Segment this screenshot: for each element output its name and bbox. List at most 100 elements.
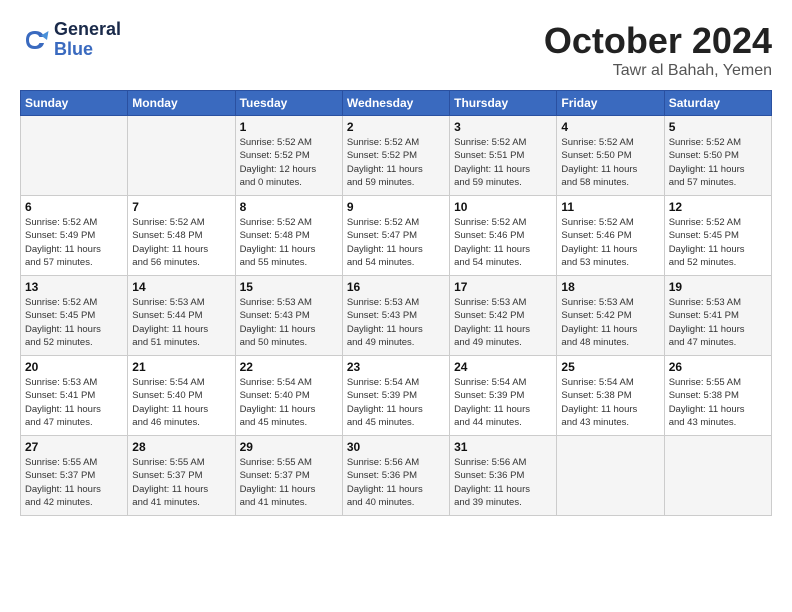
- col-monday: Monday: [128, 91, 235, 116]
- day-number: 12: [669, 200, 767, 214]
- day-info: Sunrise: 5:52 AM Sunset: 5:52 PM Dayligh…: [347, 136, 445, 189]
- day-cell: [21, 116, 128, 196]
- day-cell: 30 Sunrise: 5:56 AM Sunset: 5:36 PM Dayli…: [342, 436, 449, 516]
- day-number: 2: [347, 120, 445, 134]
- day-cell: 25Sunrise: 5:54 AM Sunset: 5:38 PM Dayli…: [557, 356, 664, 436]
- calendar-body: 1 Sunrise: 5:52 AM Sunset: 5:52 PM Daylig…: [21, 116, 772, 516]
- week-row-3: 13Sunrise: 5:52 AM Sunset: 5:45 PM Dayli…: [21, 276, 772, 356]
- day-number: 26: [669, 360, 767, 374]
- day-number: 31: [454, 440, 552, 454]
- col-thursday: Thursday: [450, 91, 557, 116]
- day-cell: 24Sunrise: 5:54 AM Sunset: 5:39 PM Dayli…: [450, 356, 557, 436]
- day-number: 3: [454, 120, 552, 134]
- day-cell: 27 Sunrise: 5:55 AM Sunset: 5:37 PM Dayli…: [21, 436, 128, 516]
- day-info: Sunrise: 5:53 AM Sunset: 5:44 PM Dayligh…: [132, 296, 230, 349]
- day-number: 15: [240, 280, 338, 294]
- day-info: Sunrise: 5:53 AM Sunset: 5:41 PM Dayligh…: [669, 296, 767, 349]
- day-info: Sunrise: 5:54 AM Sunset: 5:40 PM Dayligh…: [132, 376, 230, 429]
- day-info: Sunrise: 5:54 AM Sunset: 5:39 PM Dayligh…: [347, 376, 445, 429]
- day-cell: 6Sunrise: 5:52 AM Sunset: 5:49 PM Daylig…: [21, 196, 128, 276]
- header-row: Sunday Monday Tuesday Wednesday Thursday…: [21, 91, 772, 116]
- day-number: 5: [669, 120, 767, 134]
- day-number: 10: [454, 200, 552, 214]
- week-row-4: 20 Sunrise: 5:53 AM Sunset: 5:41 PM Dayli…: [21, 356, 772, 436]
- day-cell: 11Sunrise: 5:52 AM Sunset: 5:46 PM Dayli…: [557, 196, 664, 276]
- day-cell: 19 Sunrise: 5:53 AM Sunset: 5:41 PM Dayli…: [664, 276, 771, 356]
- logo-icon: [20, 25, 50, 55]
- day-number: 8: [240, 200, 338, 214]
- day-cell: 17 Sunrise: 5:53 AM Sunset: 5:42 PM Dayli…: [450, 276, 557, 356]
- col-wednesday: Wednesday: [342, 91, 449, 116]
- day-info: Sunrise: 5:53 AM Sunset: 5:43 PM Dayligh…: [240, 296, 338, 349]
- day-info: Sunrise: 5:52 AM Sunset: 5:48 PM Dayligh…: [240, 216, 338, 269]
- day-info: Sunrise: 5:55 AM Sunset: 5:37 PM Dayligh…: [25, 456, 123, 509]
- day-cell: 7Sunrise: 5:52 AM Sunset: 5:48 PM Daylig…: [128, 196, 235, 276]
- day-info: Sunrise: 5:56 AM Sunset: 5:36 PM Dayligh…: [454, 456, 552, 509]
- week-row-2: 6Sunrise: 5:52 AM Sunset: 5:49 PM Daylig…: [21, 196, 772, 276]
- calendar: Sunday Monday Tuesday Wednesday Thursday…: [20, 90, 772, 516]
- day-info: Sunrise: 5:53 AM Sunset: 5:41 PM Dayligh…: [25, 376, 123, 429]
- day-cell: 15 Sunrise: 5:53 AM Sunset: 5:43 PM Dayli…: [235, 276, 342, 356]
- day-info: Sunrise: 5:52 AM Sunset: 5:51 PM Dayligh…: [454, 136, 552, 189]
- day-number: 20: [25, 360, 123, 374]
- day-cell: 4 Sunrise: 5:52 AM Sunset: 5:50 PM Daylig…: [557, 116, 664, 196]
- day-cell: 1Sunrise: 5:52 AM Sunset: 5:52 PM Daylig…: [235, 116, 342, 196]
- day-number: 7: [132, 200, 230, 214]
- day-cell: 10 Sunrise: 5:52 AM Sunset: 5:46 PM Dayli…: [450, 196, 557, 276]
- day-info: Sunrise: 5:55 AM Sunset: 5:37 PM Dayligh…: [240, 456, 338, 509]
- location: Tawr al Bahah, Yemen: [544, 62, 772, 80]
- day-cell: 23 Sunrise: 5:54 AM Sunset: 5:39 PM Dayli…: [342, 356, 449, 436]
- day-number: 16: [347, 280, 445, 294]
- title-block: October 2024 Tawr al Bahah, Yemen: [544, 20, 772, 80]
- day-info: Sunrise: 5:54 AM Sunset: 5:38 PM Dayligh…: [561, 376, 659, 429]
- day-number: 13: [25, 280, 123, 294]
- header: General Blue October 2024 Tawr al Bahah,…: [20, 20, 772, 80]
- day-info: Sunrise: 5:55 AM Sunset: 5:38 PM Dayligh…: [669, 376, 767, 429]
- day-cell: 12 Sunrise: 5:52 AM Sunset: 5:45 PM Dayli…: [664, 196, 771, 276]
- day-info: Sunrise: 5:53 AM Sunset: 5:42 PM Dayligh…: [454, 296, 552, 349]
- day-number: 11: [561, 200, 659, 214]
- day-number: 17: [454, 280, 552, 294]
- day-number: 30: [347, 440, 445, 454]
- day-info: Sunrise: 5:52 AM Sunset: 5:50 PM Dayligh…: [561, 136, 659, 189]
- day-number: 22: [240, 360, 338, 374]
- day-cell: 14 Sunrise: 5:53 AM Sunset: 5:44 PM Dayli…: [128, 276, 235, 356]
- col-tuesday: Tuesday: [235, 91, 342, 116]
- day-cell: 2 Sunrise: 5:52 AM Sunset: 5:52 PM Daylig…: [342, 116, 449, 196]
- day-info: Sunrise: 5:55 AM Sunset: 5:37 PM Dayligh…: [132, 456, 230, 509]
- day-cell: 22 Sunrise: 5:54 AM Sunset: 5:40 PM Dayli…: [235, 356, 342, 436]
- col-sunday: Sunday: [21, 91, 128, 116]
- day-cell: [557, 436, 664, 516]
- day-info: Sunrise: 5:52 AM Sunset: 5:46 PM Dayligh…: [454, 216, 552, 269]
- week-row-5: 27 Sunrise: 5:55 AM Sunset: 5:37 PM Dayli…: [21, 436, 772, 516]
- day-number: 21: [132, 360, 230, 374]
- day-number: 14: [132, 280, 230, 294]
- day-cell: 26 Sunrise: 5:55 AM Sunset: 5:38 PM Dayli…: [664, 356, 771, 436]
- col-friday: Friday: [557, 91, 664, 116]
- day-number: 1: [240, 120, 338, 134]
- day-cell: 16Sunrise: 5:53 AM Sunset: 5:43 PM Dayli…: [342, 276, 449, 356]
- day-info: Sunrise: 5:52 AM Sunset: 5:47 PM Dayligh…: [347, 216, 445, 269]
- day-number: 23: [347, 360, 445, 374]
- logo-text: General Blue: [54, 20, 121, 60]
- day-number: 29: [240, 440, 338, 454]
- day-number: 27: [25, 440, 123, 454]
- day-cell: [128, 116, 235, 196]
- day-cell: 21 Sunrise: 5:54 AM Sunset: 5:40 PM Dayli…: [128, 356, 235, 436]
- day-cell: 13Sunrise: 5:52 AM Sunset: 5:45 PM Dayli…: [21, 276, 128, 356]
- month-title: October 2024: [544, 20, 772, 62]
- day-info: Sunrise: 5:56 AM Sunset: 5:36 PM Dayligh…: [347, 456, 445, 509]
- day-info: Sunrise: 5:52 AM Sunset: 5:45 PM Dayligh…: [669, 216, 767, 269]
- day-cell: 3 Sunrise: 5:52 AM Sunset: 5:51 PM Daylig…: [450, 116, 557, 196]
- day-info: Sunrise: 5:54 AM Sunset: 5:39 PM Dayligh…: [454, 376, 552, 429]
- day-cell: 31 Sunrise: 5:56 AM Sunset: 5:36 PM Dayli…: [450, 436, 557, 516]
- day-cell: 29 Sunrise: 5:55 AM Sunset: 5:37 PM Dayli…: [235, 436, 342, 516]
- day-info: Sunrise: 5:54 AM Sunset: 5:40 PM Dayligh…: [240, 376, 338, 429]
- day-number: 19: [669, 280, 767, 294]
- day-info: Sunrise: 5:52 AM Sunset: 5:50 PM Dayligh…: [669, 136, 767, 189]
- day-number: 4: [561, 120, 659, 134]
- col-saturday: Saturday: [664, 91, 771, 116]
- day-cell: 28Sunrise: 5:55 AM Sunset: 5:37 PM Dayli…: [128, 436, 235, 516]
- day-cell: [664, 436, 771, 516]
- day-cell: 20 Sunrise: 5:53 AM Sunset: 5:41 PM Dayli…: [21, 356, 128, 436]
